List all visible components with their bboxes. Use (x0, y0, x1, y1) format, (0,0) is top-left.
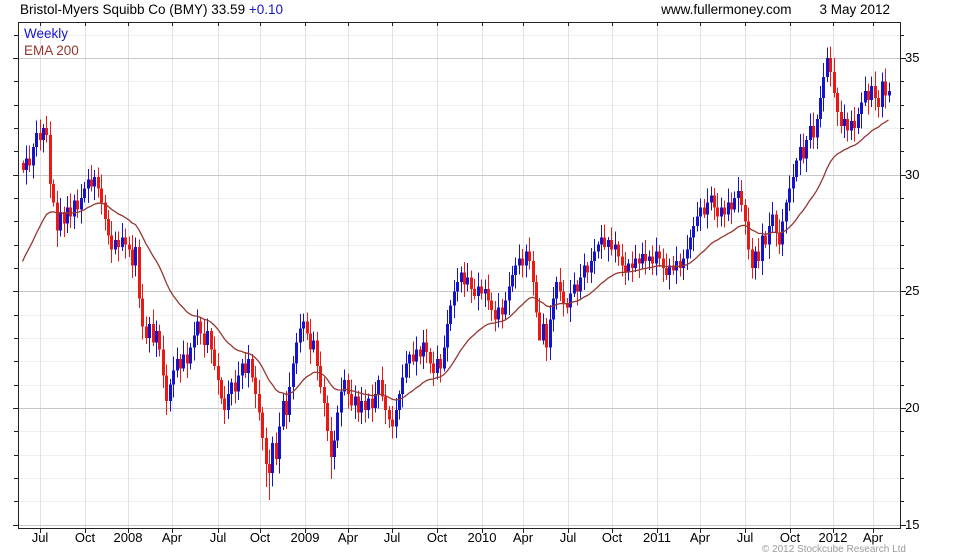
y-axis-label: 35 (905, 50, 920, 66)
price-chart-canvas[interactable] (0, 0, 980, 560)
y-axis-label: 20 (905, 399, 920, 415)
x-axis-label: Apr (161, 530, 183, 545)
x-axis-label: Jul (736, 530, 754, 545)
x-axis-label: Oct (779, 530, 801, 545)
x-axis-label: Oct (601, 530, 623, 545)
x-axis-label: Apr (512, 530, 534, 545)
x-axis-label: 2012 (818, 530, 848, 545)
chart-date: 3 May 2012 (819, 2, 890, 17)
x-axis-label: 2011 (643, 530, 671, 545)
legend-ema-label: EMA 200 (24, 43, 79, 58)
source-link[interactable]: www.fullermoney.com (661, 2, 791, 17)
x-axis-label: Apr (862, 530, 884, 545)
x-axis-label: Oct (426, 530, 448, 545)
header-right: www.fullermoney.com 3 May 2012 (0, 2, 890, 17)
stock-chart-page: { "header": { "title": "Bristol-Myers Sq… (0, 0, 980, 560)
legend-interval-label: Weekly (24, 26, 69, 41)
x-axis-label: Oct (74, 530, 96, 545)
x-axis-label: Jul (559, 530, 577, 545)
x-axis-label: Apr (337, 530, 359, 545)
x-axis-label: Apr (689, 530, 711, 545)
x-axis-label: 2009 (290, 530, 320, 545)
x-axis-label: Jul (383, 530, 401, 545)
y-axis-label: 25 (905, 283, 920, 299)
x-axis-label: 2010 (467, 530, 497, 545)
x-axis-label: Jul (31, 530, 49, 545)
x-axis-label: Oct (249, 530, 271, 545)
y-axis-label: 15 (905, 516, 920, 532)
x-axis-label: Jul (209, 530, 227, 545)
y-axis-label: 30 (905, 166, 920, 182)
x-axis-label: 2008 (113, 530, 143, 545)
copyright-notice: © 2012 Stockcube Research Ltd (761, 544, 906, 555)
